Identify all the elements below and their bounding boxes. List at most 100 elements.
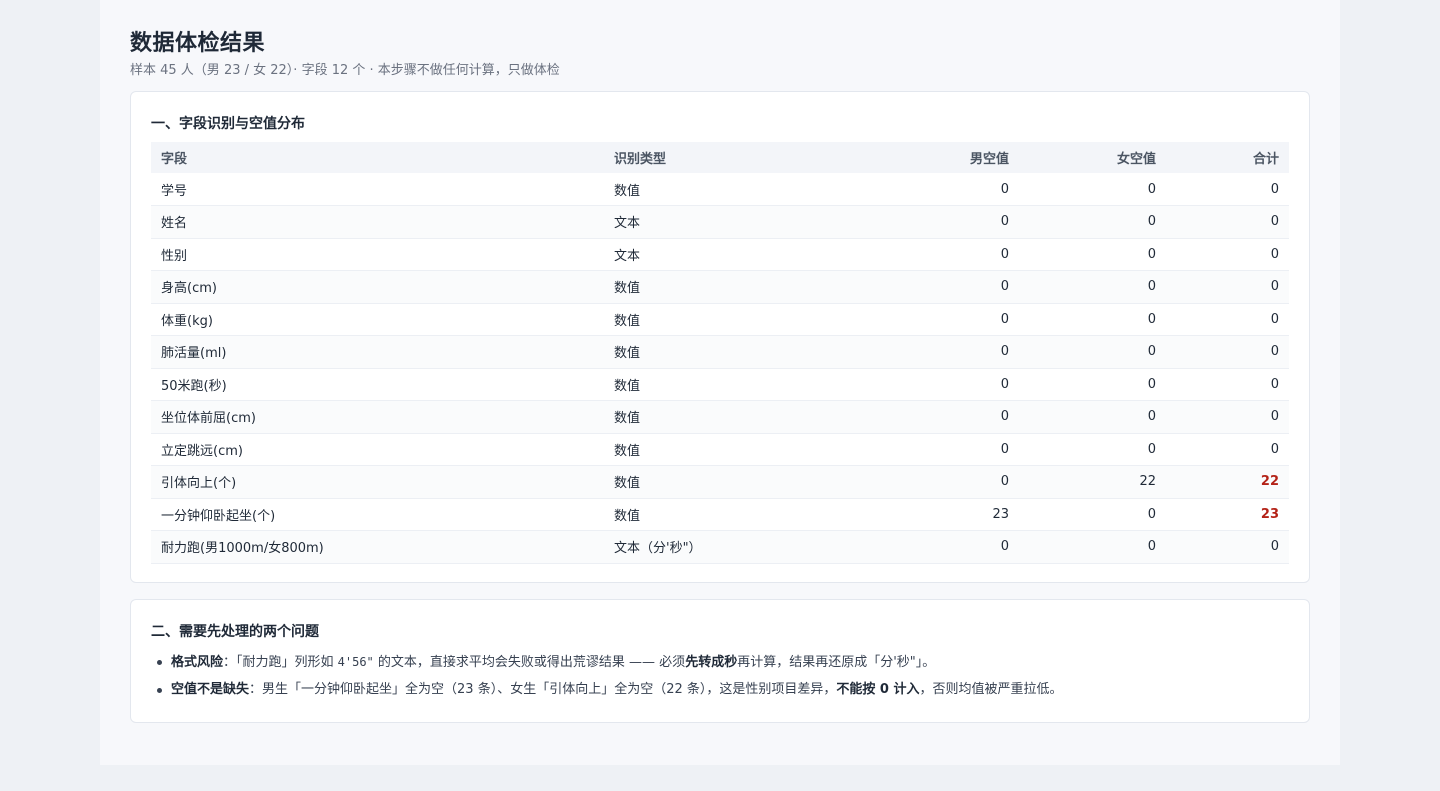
cell-field: 学号 (161, 183, 188, 199)
issue-emphasis: 先转成秒 (685, 655, 738, 670)
cell-type: 数值 (614, 346, 641, 362)
cell-female-null: 0 (1147, 506, 1156, 522)
table-row: 体重(kg) 数值 0 0 0 (151, 303, 1289, 336)
issue-text: 的文本，直接求平均会失败或得出荒谬结果 —— 必须 (373, 655, 686, 670)
cell-male-null: 23 (992, 506, 1009, 522)
cell-total: 22 (1260, 474, 1279, 490)
cell-male-null: 0 (1000, 279, 1009, 295)
cell-female-null: 0 (1147, 279, 1156, 295)
cell-type: 数值 (614, 411, 641, 427)
cell-male-null: 0 (1000, 344, 1009, 360)
cell-type: 数值 (614, 183, 641, 199)
section-title-fields: 一、字段识别与空值分布 (151, 116, 305, 132)
table-row: 引体向上(个) 数值 0 22 22 (151, 465, 1289, 498)
field-check-card: 一、字段识别与空值分布 字段 识别类型 男空值 女空值 合计 学号 数值 0 0 0 姓名… (130, 91, 1310, 583)
cell-total: 0 (1270, 246, 1279, 262)
cell-type: 数值 (614, 476, 641, 492)
format-example: 4'56" (337, 655, 374, 669)
cell-female-null: 0 (1147, 376, 1156, 392)
table-row: 姓名 文本 0 0 0 (151, 205, 1289, 238)
report-page: 数据体检结果 样本 45 人（男 23 / 女 22）· 字段 12 个 · 本… (100, 0, 1340, 765)
col-header-type: 识别类型 (614, 152, 667, 167)
cell-male-null: 0 (1000, 181, 1009, 197)
col-header-male-null: 男空值 (969, 152, 1009, 167)
cell-field: 坐位体前屈(cm) (161, 411, 256, 427)
cell-field: 50米跑(秒) (161, 378, 227, 394)
table-header-row: 字段 识别类型 男空值 女空值 合计 (151, 142, 1289, 173)
cell-male-null: 0 (1000, 441, 1009, 457)
table-row: 坐位体前屈(cm) 数值 0 0 0 (151, 400, 1289, 433)
cell-total: 0 (1270, 376, 1279, 392)
issue-label: 空值不是缺失 (171, 682, 250, 697)
issue-text: ：男生「一分钟仰卧起坐」全为空（23 条）、女生「引体向上」全为空（22 条），… (249, 682, 837, 697)
cell-total: 0 (1270, 344, 1279, 360)
field-table: 字段 识别类型 男空值 女空值 合计 学号 数值 0 0 0 姓名 文本 0 0 0 性别 文本 0 0 0… (151, 142, 1289, 564)
table-row: 学号 数值 0 0 0 (151, 173, 1289, 206)
issue-emphasis: 不能按 0 计入 (836, 682, 920, 697)
cell-female-null: 0 (1147, 246, 1156, 262)
table-row: 一分钟仰卧起坐(个) 数值 23 0 23 (151, 498, 1289, 531)
table-row: 立定跳远(cm) 数值 0 0 0 (151, 433, 1289, 466)
cell-female-null: 0 (1147, 214, 1156, 230)
cell-type: 文本 (614, 216, 641, 232)
table-row: 耐力跑(男1000m/女800m) 文本（分'秒"） 0 0 0 (151, 530, 1289, 563)
issues-card: 二、需要先处理的两个问题 格式风险：「耐力跑」列形如 4'56" 的文本，直接求… (130, 599, 1310, 723)
cell-female-null: 0 (1147, 539, 1156, 555)
cell-female-null: 22 (1139, 474, 1156, 490)
cell-type: 文本（分'秒"） (614, 541, 702, 557)
cell-field: 姓名 (161, 216, 188, 232)
cell-field: 性别 (161, 248, 188, 264)
cell-type: 文本 (614, 248, 641, 264)
issue-label: 格式风险 (171, 655, 224, 670)
cell-total: 0 (1270, 214, 1279, 230)
section-title-issues: 二、需要先处理的两个问题 (151, 624, 319, 640)
cell-field: 耐力跑(男1000m/女800m) (161, 541, 324, 557)
issue-text: 再计算，结果再还原成「分'秒"」。 (737, 655, 936, 670)
table-body: 学号 数值 0 0 0 姓名 文本 0 0 0 性别 文本 0 0 0 身高(cm) 数值 0 0 0 体重(kg) 数值… (151, 173, 1289, 563)
cell-female-null: 0 (1147, 181, 1156, 197)
cell-total: 0 (1270, 311, 1279, 327)
issue-format-risk: 格式风险：「耐力跑」列形如 4'56" 的文本，直接求平均会失败或得出荒谬结果 … (151, 648, 1063, 676)
cell-type: 数值 (614, 281, 641, 297)
cell-type: 数值 (614, 443, 641, 459)
cell-female-null: 0 (1147, 311, 1156, 327)
table-row: 50米跑(秒) 数值 0 0 0 (151, 368, 1289, 401)
issue-text: ，否则均值被严重拉低。 (919, 682, 1063, 697)
table-row: 性别 文本 0 0 0 (151, 238, 1289, 271)
cell-total: 23 (1260, 506, 1279, 522)
cell-male-null: 0 (1000, 246, 1009, 262)
cell-male-null: 0 (1000, 376, 1009, 392)
col-header-female-null: 女空值 (1116, 152, 1156, 167)
cell-female-null: 0 (1147, 441, 1156, 457)
cell-total: 0 (1270, 181, 1279, 197)
col-header-total: 合计 (1252, 152, 1279, 167)
cell-female-null: 0 (1147, 409, 1156, 425)
page-subtitle: 样本 45 人（男 23 / 女 22）· 字段 12 个 · 本步骤不做任何计… (130, 63, 560, 78)
col-header-field: 字段 (161, 152, 188, 167)
cell-type: 数值 (614, 508, 641, 524)
cell-field: 身高(cm) (161, 281, 217, 297)
cell-field: 肺活量(ml) (161, 346, 227, 362)
cell-male-null: 0 (1000, 539, 1009, 555)
page-title: 数据体检结果 (130, 31, 266, 56)
cell-male-null: 0 (1000, 214, 1009, 230)
cell-field: 立定跳远(cm) (161, 443, 243, 459)
cell-female-null: 0 (1147, 344, 1156, 360)
cell-total: 0 (1270, 539, 1279, 555)
issue-list: 格式风险：「耐力跑」列形如 4'56" 的文本，直接求平均会失败或得出荒谬结果 … (151, 648, 1063, 704)
table-row: 身高(cm) 数值 0 0 0 (151, 270, 1289, 303)
cell-field: 引体向上(个) (161, 476, 237, 492)
cell-total: 0 (1270, 409, 1279, 425)
issue-text: ：「耐力跑」列形如 (223, 655, 338, 670)
cell-total: 0 (1270, 441, 1279, 457)
cell-total: 0 (1270, 279, 1279, 295)
cell-male-null: 0 (1000, 311, 1009, 327)
cell-type: 数值 (614, 313, 641, 329)
cell-male-null: 0 (1000, 409, 1009, 425)
cell-male-null: 0 (1000, 474, 1009, 490)
cell-field: 一分钟仰卧起坐(个) (161, 508, 276, 524)
issue-null-not-missing: 空值不是缺失：男生「一分钟仰卧起坐」全为空（23 条）、女生「引体向上」全为空（… (151, 676, 1063, 704)
cell-type: 数值 (614, 378, 641, 394)
cell-field: 体重(kg) (161, 313, 213, 329)
table-row: 肺活量(ml) 数值 0 0 0 (151, 335, 1289, 368)
